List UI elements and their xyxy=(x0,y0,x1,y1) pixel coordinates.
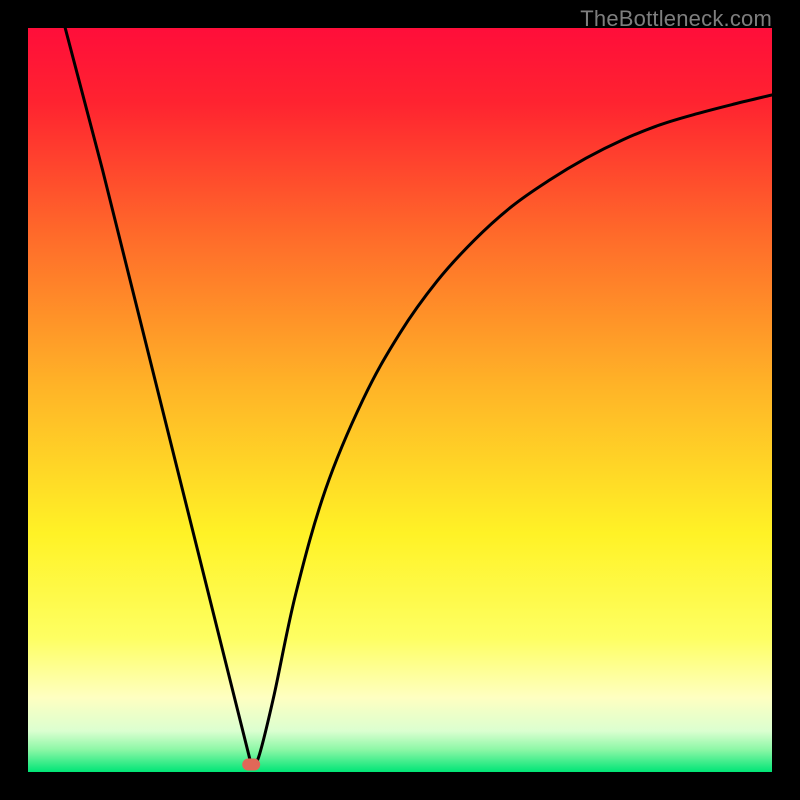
chart-background xyxy=(28,28,772,772)
plot-area xyxy=(28,28,772,772)
chart-svg xyxy=(28,28,772,772)
chart-container: TheBottleneck.com xyxy=(0,0,800,800)
marker-point xyxy=(242,759,260,771)
